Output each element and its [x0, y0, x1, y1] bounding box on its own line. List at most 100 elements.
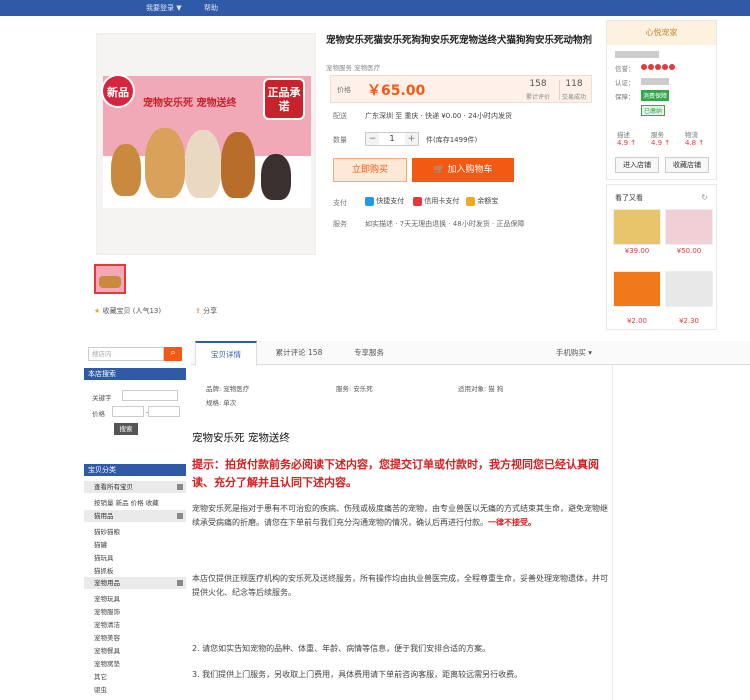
- category-item[interactable]: 驱虫: [94, 684, 107, 694]
- category-item[interactable]: 宠物美容: [94, 632, 120, 642]
- score-desc-label: 描述: [617, 131, 630, 139]
- product-title: 宠物安乐死猫安乐死狗狗安乐死宠物送终犬猫狗狗安乐死动物剂: [326, 35, 593, 46]
- recommended-panel: 看了又看 ↻ ¥39.00 ¥50.00 ¥2.00 ¥2.30: [606, 184, 717, 330]
- add-to-cart-label: 加入购物车: [447, 165, 493, 175]
- favorite-label: 收藏宝贝 (人气13): [102, 307, 162, 315]
- tab-services[interactable]: 专享服务: [339, 341, 399, 365]
- store-search-header: 本店搜索: [84, 368, 186, 380]
- category-item[interactable]: 猫玩具: [94, 552, 114, 562]
- category-item[interactable]: 宠物玩具: [94, 593, 120, 603]
- delivery-info[interactable]: 广东深圳 至 重庆 · 快递 ¥0.00 · 24小时内发货: [365, 111, 512, 121]
- category-item[interactable]: 宠物餐具: [94, 645, 120, 655]
- description-paragraph-1: 宠物安乐死是指对于患有不可治愈的疾病、伤残或极度痛苦的宠物，由专业兽医以无痛的方…: [192, 504, 608, 527]
- add-to-cart-button[interactable]: 🛒 加入购物车: [412, 158, 514, 182]
- keyword-input[interactable]: [122, 390, 178, 401]
- rec-item-4[interactable]: [665, 271, 713, 307]
- product-subtitle: 宠物服务 宠物医疗: [326, 64, 381, 72]
- rec-item-1[interactable]: [613, 209, 661, 245]
- score-service-value: 4.9 ↑: [651, 139, 671, 147]
- credit-label: 认证：: [615, 79, 635, 87]
- top-bar: 我要登录 ▼ 帮助: [0, 0, 750, 16]
- pay-method-3: 余额宝: [477, 197, 499, 205]
- favorite-store-button[interactable]: 收藏店铺: [665, 157, 709, 173]
- seller-name-blurred: [615, 51, 659, 58]
- new-badge: 新品: [101, 74, 135, 108]
- category-group-pet[interactable]: 宠物用品: [84, 577, 186, 589]
- increment-button[interactable]: +: [405, 133, 418, 145]
- login-menu[interactable]: 我要登录 ▼: [146, 3, 182, 13]
- price-label: 价格: [337, 86, 351, 94]
- enter-store-button[interactable]: 进入店铺: [615, 157, 659, 173]
- rec-item-3[interactable]: [613, 271, 661, 307]
- buy-now-button[interactable]: 立即购买: [333, 158, 407, 182]
- category-item[interactable]: 猫罐: [94, 539, 107, 549]
- store-panel: 心悦宠家 信誉： 认证： 保障： 消费保障 已缴纳 描述 4.9 ↑ 服务 4.…: [606, 20, 717, 180]
- category-item[interactable]: 宠物服饰: [94, 606, 120, 616]
- price-range-label: 价格: [92, 410, 105, 418]
- help-link[interactable]: 帮助: [204, 3, 218, 13]
- quantity-input[interactable]: 1: [380, 133, 404, 145]
- content-divider: [612, 365, 613, 700]
- guarantee-label: 保障：: [615, 93, 635, 101]
- store-name[interactable]: 心悦宠家: [607, 21, 716, 45]
- favorite-link[interactable]: ★ 收藏宝贝 (人气13): [94, 306, 161, 316]
- store-search-button[interactable]: ⌕: [164, 347, 182, 361]
- sidebar-search-button[interactable]: 搜索: [114, 423, 138, 435]
- share-icon: ⇪: [195, 307, 201, 315]
- collapse-icon[interactable]: [177, 513, 183, 519]
- share-label: 分享: [203, 307, 218, 315]
- rec-price-3: ¥2.00: [626, 317, 648, 325]
- service-label: 服务: [333, 220, 347, 228]
- guarantee-badge: 消费保障: [641, 90, 670, 101]
- score-logistics-label: 物流: [685, 131, 698, 139]
- rec-price-4: ¥2.30: [678, 317, 700, 325]
- description-paragraph-2: 本店仅提供正规医疗机构的安乐死及送终服务，所有操作均由执业兽医完成，全程尊重生命…: [192, 574, 608, 597]
- description-item-3: 3. 我们提供上门服务，另收取上门费用，具体费用请下单前咨询客服，距离较远需另行…: [192, 670, 523, 679]
- category-item[interactable]: 其它: [94, 671, 107, 681]
- tab-mobile-buy[interactable]: 手机购买 ▾: [541, 341, 607, 365]
- image-promo-text: 宠物安乐死 宠物送终: [143, 98, 237, 109]
- star-icon: ★: [94, 307, 101, 315]
- price-min-input[interactable]: [112, 406, 144, 417]
- collapse-icon[interactable]: [177, 580, 183, 586]
- category-item[interactable]: 猫抓板: [94, 565, 114, 575]
- quickpay-icon: [365, 196, 374, 206]
- keyword-label: 关键字: [92, 394, 112, 402]
- store-search-input[interactable]: 搜店内: [88, 347, 164, 361]
- price-value: ￥65.00: [367, 83, 426, 99]
- puppy-3: [185, 130, 221, 198]
- decrement-button[interactable]: −: [366, 133, 379, 145]
- share-link[interactable]: ⇪ 分享: [195, 306, 217, 316]
- collapse-icon[interactable]: [177, 484, 183, 490]
- review-count-label: 累计评价: [525, 94, 550, 101]
- category-item[interactable]: 宠物窝垫: [94, 658, 120, 668]
- product-main-image[interactable]: 新品 宠物安乐死 宠物送终 正品承诺: [96, 33, 316, 255]
- pay-method-2: 信用卡支付: [424, 197, 460, 205]
- category-item[interactable]: 猫砂猫粮: [94, 526, 120, 536]
- tab-details[interactable]: 宝贝详情: [195, 341, 257, 366]
- heart-icon: [655, 64, 661, 70]
- category-group-cat[interactable]: 猫用品: [84, 510, 186, 522]
- score-desc-value: 4.9 ↑: [617, 139, 637, 147]
- puppy-5: [261, 154, 291, 200]
- price-max-input[interactable]: [148, 406, 180, 417]
- sales-count: 118: [565, 79, 583, 89]
- category-item[interactable]: 宠物清洁: [94, 619, 120, 629]
- category-all[interactable]: 查看所有宝贝: [84, 481, 186, 493]
- detail-tabs: 宝贝详情 累计评论 158 专享服务 手机购买 ▾: [191, 341, 750, 366]
- price-box: 价格 ￥65.00 158 累计评价 118 交易成功: [330, 75, 592, 103]
- score-logistics-value: 4.8 ↑: [685, 139, 705, 147]
- rec-item-2[interactable]: [665, 209, 713, 245]
- description-heading: 宠物安乐死 宠物送终: [192, 432, 290, 444]
- delivery-label: 配送: [333, 112, 347, 120]
- category-header: 宝贝分类: [84, 464, 186, 476]
- refresh-icon[interactable]: ↻: [701, 193, 708, 202]
- description-item-2: 2. 请您如实告知宠物的品种、体重、年龄、病情等信息，便于我们安排合适的方案。: [192, 644, 491, 653]
- rec-price-2: ¥50.00: [676, 247, 702, 255]
- tab-reviews[interactable]: 累计评论 158: [263, 341, 335, 365]
- category-sort[interactable]: 按销量 新品 价格 收藏: [94, 497, 159, 507]
- recommended-title: 看了又看: [615, 194, 643, 202]
- product-thumbnail[interactable]: [94, 264, 126, 294]
- quantity-stepper: − 1 +: [365, 132, 419, 146]
- puppy-1: [111, 144, 141, 196]
